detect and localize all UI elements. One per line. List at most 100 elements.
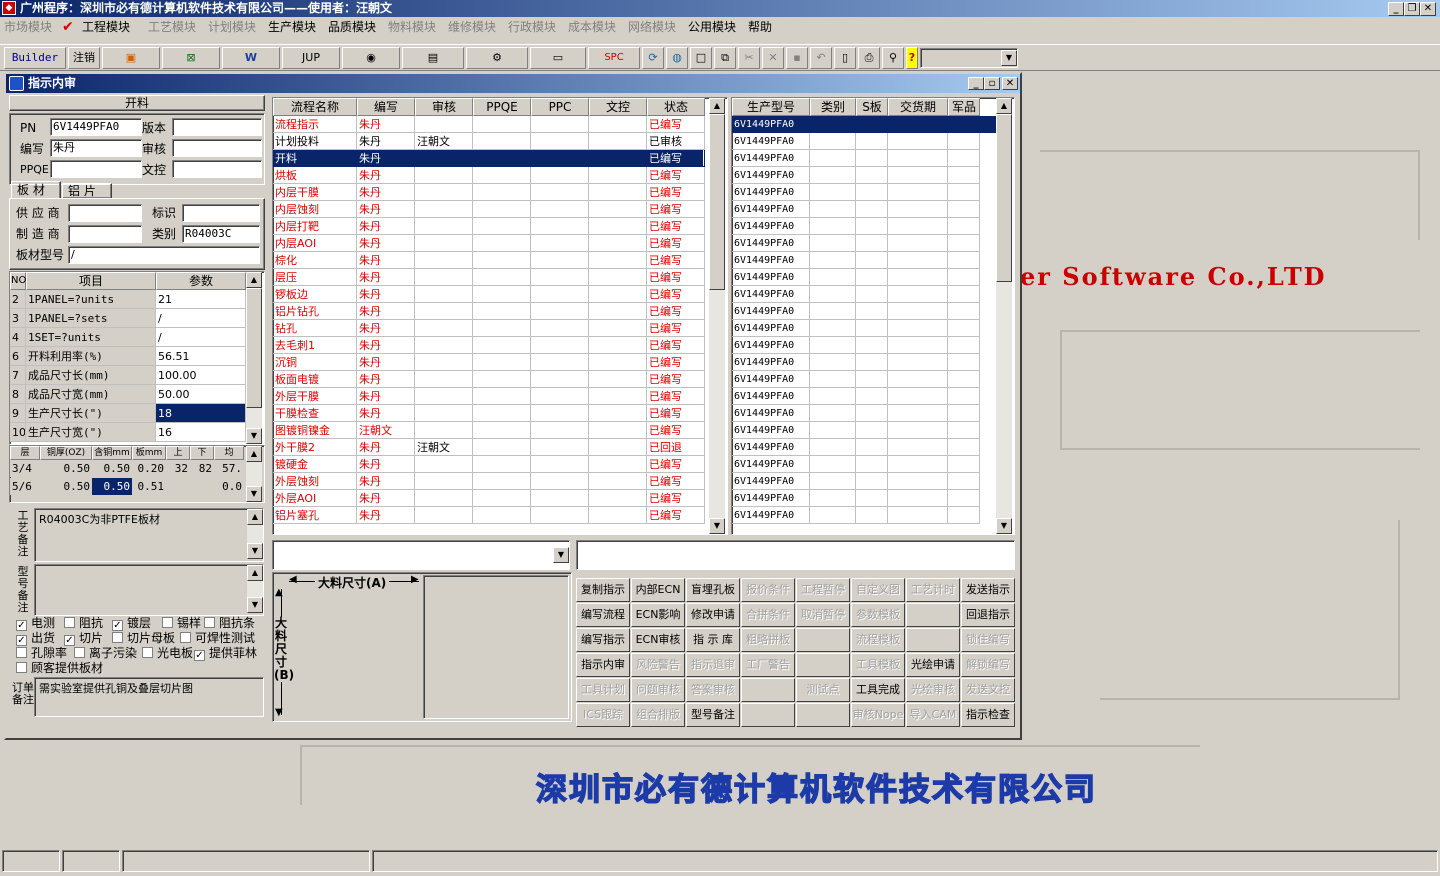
- action-button[interactable]: ECN影响: [631, 603, 685, 627]
- action-button[interactable]: 修改申请: [686, 603, 740, 627]
- model-header[interactable]: S板: [856, 98, 888, 116]
- action-button[interactable]: 指示退审: [686, 653, 740, 677]
- action-button[interactable]: [741, 703, 795, 727]
- checkbox-box[interactable]: [16, 662, 27, 673]
- action-button[interactable]: 工艺计时: [906, 578, 960, 602]
- supplier-field[interactable]: [68, 204, 142, 222]
- menu-item-9[interactable]: 成本模块: [568, 17, 616, 37]
- action-button[interactable]: 合拼条件: [741, 603, 795, 627]
- checkbox-box[interactable]: [204, 617, 215, 628]
- type-note-scrollbar[interactable]: ▲ ▼: [247, 565, 263, 613]
- order-note-field[interactable]: 需实验室提供孔铜及叠层切片图: [34, 677, 264, 717]
- action-button[interactable]: [796, 628, 850, 652]
- layer-cell[interactable]: 57.: [214, 460, 244, 477]
- action-button[interactable]: 答案审核: [686, 678, 740, 702]
- layer-cell[interactable]: 82: [190, 460, 214, 477]
- type-note-field[interactable]: ▲ ▼: [34, 564, 264, 616]
- model-header[interactable]: 生产型号: [732, 98, 810, 116]
- layer-cell[interactable]: 32: [166, 460, 190, 477]
- layers-scrollbar[interactable]: ▲ ▼: [246, 446, 262, 502]
- checkbox-box[interactable]: ✓: [64, 635, 75, 646]
- checkbox-box[interactable]: [74, 647, 85, 658]
- action-button[interactable]: 流程模板: [851, 628, 905, 652]
- table-row[interactable]: 6V1449PFA0: [732, 167, 996, 184]
- table-row[interactable]: 板面电镀 朱丹 已编写: [273, 371, 705, 388]
- table-row[interactable]: 3/4 0.50 0.50 0.20 32 82 57.: [10, 460, 264, 477]
- action-button[interactable]: 问题审核: [631, 678, 685, 702]
- action-button[interactable]: [741, 678, 795, 702]
- table-row[interactable]: 镀硬金 朱丹 已编写: [273, 456, 705, 473]
- table-row[interactable]: 8 成品尺寸宽(mm) 50.00: [10, 385, 264, 404]
- param-value[interactable]: 50.00: [156, 385, 246, 404]
- table-row[interactable]: 内层蚀刻 朱丹 已编写: [273, 201, 705, 218]
- layer-cell[interactable]: 0.20: [132, 460, 166, 477]
- param-value[interactable]: 16: [156, 423, 246, 442]
- menu-item-3[interactable]: 计划模块: [208, 17, 256, 37]
- action-button[interactable]: 参数模板: [851, 603, 905, 627]
- new-doc-icon[interactable]: □: [690, 47, 712, 69]
- table-row[interactable]: 6V1449PFA0: [732, 405, 996, 422]
- table-row[interactable]: 6V1449PFA0: [732, 371, 996, 388]
- window-minimize-button[interactable]: _: [968, 77, 984, 90]
- board-model-field[interactable]: /: [68, 246, 260, 264]
- table-row[interactable]: 7 成品尺寸长(mm) 100.00: [10, 366, 264, 385]
- action-button[interactable]: 光绘审核: [906, 678, 960, 702]
- table-row[interactable]: 计划投料 朱丹 汪朝文 已审核: [273, 133, 705, 150]
- copy-icon[interactable]: ⧉: [714, 47, 736, 69]
- action-button[interactable]: 锁住编写: [961, 628, 1015, 652]
- process-note-scrollbar[interactable]: ▲ ▼: [247, 509, 263, 559]
- checkbox-13[interactable]: 顾客提供板材: [16, 661, 103, 675]
- table-row[interactable]: 6V1449PFA0: [732, 388, 996, 405]
- table-row[interactable]: 6V1449PFA0: [732, 184, 996, 201]
- action-button[interactable]: 复制指示: [576, 578, 630, 602]
- table-row[interactable]: 6V1449PFA0: [732, 456, 996, 473]
- action-button[interactable]: 光绘申请: [906, 653, 960, 677]
- flow-header[interactable]: PPC: [531, 98, 589, 116]
- action-button[interactable]: 测试点: [796, 678, 850, 702]
- table-row[interactable]: 铝片塞孔 朱丹 已编写: [273, 507, 705, 524]
- scroll-up-icon[interactable]: ▲: [247, 509, 263, 525]
- menu-item-1[interactable]: 工程模块: [82, 17, 130, 37]
- spc-button[interactable]: SPC: [588, 47, 640, 69]
- checkbox-box[interactable]: [142, 647, 153, 658]
- table-row[interactable]: 6V1449PFA0: [732, 303, 996, 320]
- action-button[interactable]: 内部ECN: [631, 578, 685, 602]
- action-button[interactable]: 报价条件: [741, 578, 795, 602]
- globe-icon[interactable]: ◍: [666, 47, 688, 69]
- layer-cell[interactable]: 0.0: [214, 478, 244, 495]
- layer-cell[interactable]: 0.50: [92, 460, 132, 477]
- chevron-down-icon[interactable]: ▼: [553, 547, 569, 563]
- table-row[interactable]: 层压 朱丹 已编写: [273, 269, 705, 286]
- action-button[interactable]: 解锁编写: [961, 653, 1015, 677]
- table-row[interactable]: 3 1PANEL=?sets /: [10, 309, 264, 328]
- checkbox-4[interactable]: 阻抗条: [204, 616, 255, 630]
- table-row[interactable]: 去毛刺1 朱丹 已编写: [273, 337, 705, 354]
- scroll-down-icon[interactable]: ▼: [246, 428, 262, 444]
- table-row[interactable]: 开料 朱丹 已编写: [273, 150, 705, 167]
- cut-icon[interactable]: ✂: [738, 47, 760, 69]
- action-button[interactable]: 导入CAM: [906, 703, 960, 727]
- param-value[interactable]: 18: [156, 404, 246, 423]
- layer-cell[interactable]: 0.50: [40, 460, 92, 477]
- undo-icon[interactable]: ↶: [810, 47, 832, 69]
- action-button[interactable]: 审核Nope: [851, 703, 905, 727]
- table-row[interactable]: 6V1449PFA0: [732, 235, 996, 252]
- param-value[interactable]: 100.00: [156, 366, 246, 385]
- action-button[interactable]: [906, 628, 960, 652]
- action-button[interactable]: 指示检查: [961, 703, 1015, 727]
- flow-header[interactable]: 流程名称: [273, 98, 357, 116]
- word-icon[interactable]: W: [222, 47, 280, 69]
- find-icon[interactable]: ⚲: [882, 47, 904, 69]
- help-icon[interactable]: ?: [906, 47, 918, 69]
- scroll-down-icon[interactable]: ▼: [246, 486, 262, 502]
- table-row[interactable]: 6V1449PFA0: [732, 473, 996, 490]
- table-row[interactable]: 9 生产尺寸长(") 18: [10, 404, 264, 423]
- table-row[interactable]: 6V1449PFA0: [732, 320, 996, 337]
- action-button[interactable]: ICS跟踪: [576, 703, 630, 727]
- table-row[interactable]: 6V1449PFA0: [732, 337, 996, 354]
- flow-header[interactable]: 状态: [647, 98, 705, 116]
- checkbox-1[interactable]: 阻抗: [64, 616, 103, 630]
- flow-scrollbar[interactable]: ▲ ▼: [709, 98, 725, 534]
- print-icon[interactable]: ⎙: [858, 47, 880, 69]
- action-button[interactable]: 编写流程: [576, 603, 630, 627]
